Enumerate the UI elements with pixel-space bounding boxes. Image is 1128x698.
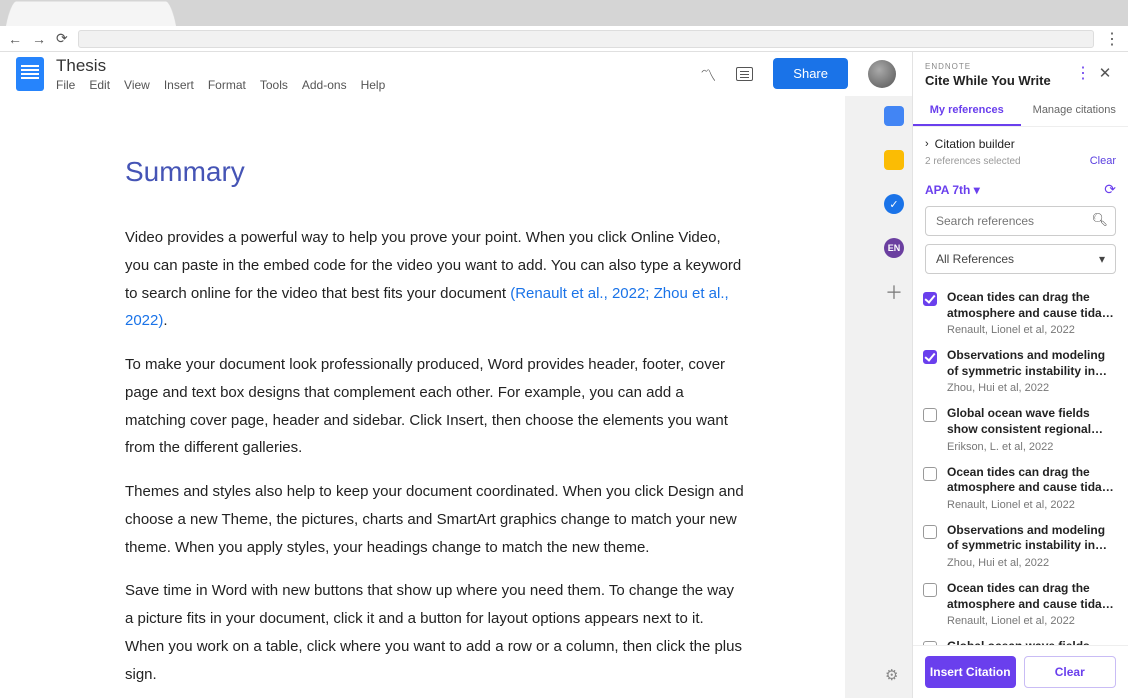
reference-title: Global ocean wave fields show consistent… bbox=[947, 406, 1116, 437]
document-canvas: Summary Video provides a powerful way to… bbox=[0, 96, 912, 698]
tab-manage-citations[interactable]: Manage citations bbox=[1021, 94, 1128, 126]
reference-checkbox[interactable] bbox=[923, 583, 937, 597]
search-references: 🔍︎ bbox=[925, 206, 1116, 236]
selected-count: 2 references selected bbox=[925, 156, 1021, 167]
citation-style-select[interactable]: APA 7th ▾ bbox=[925, 183, 980, 197]
reference-item[interactable]: Global ocean wave fields show consistent… bbox=[913, 400, 1128, 458]
forward-icon[interactable]: → bbox=[32, 31, 46, 47]
reference-title: Observations and modeling of symmetric i… bbox=[947, 348, 1116, 379]
activity-icon[interactable]: 〽 bbox=[700, 62, 716, 86]
doc-title[interactable]: Thesis bbox=[56, 56, 688, 76]
reference-item[interactable]: Ocean tides can drag the atmosphere and … bbox=[913, 284, 1128, 342]
menu-help[interactable]: Help bbox=[361, 78, 386, 92]
docs-header: Thesis File Edit View Insert Format Tool… bbox=[0, 52, 912, 96]
reference-checkbox[interactable] bbox=[923, 525, 937, 539]
reference-filter-select[interactable]: All References ▾ bbox=[925, 244, 1116, 274]
reference-meta: Zhou, Hui et al, 2022 bbox=[947, 557, 1116, 569]
reference-title: Ocean tides can drag the atmosphere and … bbox=[947, 465, 1116, 496]
chevron-right-icon: › bbox=[925, 138, 929, 150]
insert-citation-button[interactable]: Insert Citation bbox=[925, 656, 1016, 688]
browser-tabstrip bbox=[0, 0, 1128, 26]
reference-checkbox[interactable] bbox=[923, 641, 937, 645]
search-input[interactable] bbox=[925, 206, 1116, 236]
tasks-icon[interactable]: ✓ bbox=[884, 194, 904, 214]
clear-selection-link[interactable]: Clear bbox=[1090, 155, 1116, 167]
menu-tools[interactable]: Tools bbox=[260, 78, 288, 92]
chevron-down-icon: ▾ bbox=[974, 183, 980, 197]
clear-button[interactable]: Clear bbox=[1024, 656, 1117, 688]
reference-meta: Zhou, Hui et al, 2022 bbox=[947, 382, 1116, 394]
page-heading: Summary bbox=[125, 156, 745, 188]
paragraph: Save time in Word with new buttons that … bbox=[125, 577, 745, 688]
reference-item[interactable]: Observations and modeling of symmetric i… bbox=[913, 342, 1128, 400]
reference-checkbox[interactable] bbox=[923, 350, 937, 364]
citation-builder-toggle[interactable]: › Citation builder bbox=[913, 127, 1128, 155]
side-panel-rail: ✓ EN ＋ bbox=[884, 106, 904, 302]
chevron-down-icon: ▾ bbox=[1099, 252, 1105, 266]
tab-my-references[interactable]: My references bbox=[913, 94, 1021, 126]
keep-icon[interactable] bbox=[884, 150, 904, 170]
calendar-icon[interactable] bbox=[884, 106, 904, 126]
sidebar-more-icon[interactable]: ⋮ bbox=[1072, 62, 1094, 84]
reference-title: Ocean tides can drag the atmosphere and … bbox=[947, 290, 1116, 321]
browser-tab[interactable] bbox=[6, 1, 176, 26]
reference-meta: Renault, Lionel et al, 2022 bbox=[947, 615, 1116, 627]
citation-builder-label: Citation builder bbox=[935, 137, 1015, 151]
reference-title: Observations and modeling of symmetric i… bbox=[947, 523, 1116, 554]
menu-view[interactable]: View bbox=[124, 78, 150, 92]
reference-title: Ocean tides can drag the atmosphere and … bbox=[947, 581, 1116, 612]
refresh-icon[interactable]: ⟳ bbox=[1104, 181, 1116, 198]
back-icon[interactable]: ← bbox=[8, 31, 22, 47]
menu-format[interactable]: Format bbox=[208, 78, 246, 92]
reference-meta: Erikson, L. et al, 2022 bbox=[947, 441, 1116, 453]
reference-checkbox[interactable] bbox=[923, 408, 937, 422]
reference-checkbox[interactable] bbox=[923, 467, 937, 481]
document-page[interactable]: Summary Video provides a powerful way to… bbox=[0, 96, 845, 698]
reference-meta: Renault, Lionel et al, 2022 bbox=[947, 324, 1116, 336]
menu-file[interactable]: File bbox=[56, 78, 75, 92]
user-avatar[interactable] bbox=[868, 60, 896, 88]
search-icon[interactable]: 🔍︎ bbox=[1091, 212, 1108, 228]
endnote-icon[interactable]: EN bbox=[884, 238, 904, 258]
reference-item[interactable]: Observations and modeling of symmetric i… bbox=[913, 517, 1128, 575]
reference-list[interactable]: Ocean tides can drag the atmosphere and … bbox=[913, 282, 1128, 645]
browser-toolbar: ← → ⟳ ⋮ bbox=[0, 26, 1128, 52]
sidebar-close-icon[interactable]: ✕ bbox=[1094, 62, 1116, 84]
paragraph: Themes and styles also help to keep your… bbox=[125, 478, 745, 561]
url-bar[interactable] bbox=[78, 30, 1094, 48]
menu-addons[interactable]: Add-ons bbox=[302, 78, 347, 92]
share-button[interactable]: Share bbox=[773, 58, 848, 89]
endnote-sidebar: ENDNOTE Cite While You Write ⋮ ✕ My refe… bbox=[912, 52, 1128, 698]
paragraph: Video provides a powerful way to help yo… bbox=[125, 224, 745, 335]
reference-checkbox[interactable] bbox=[923, 292, 937, 306]
comments-icon[interactable] bbox=[736, 67, 753, 81]
reference-item[interactable]: Ocean tides can drag the atmosphere and … bbox=[913, 575, 1128, 633]
add-addon-icon[interactable]: ＋ bbox=[884, 282, 904, 302]
browser-chrome: ← → ⟳ ⋮ bbox=[0, 0, 1128, 52]
reference-meta: Renault, Lionel et al, 2022 bbox=[947, 499, 1116, 511]
docs-logo-icon[interactable] bbox=[16, 57, 44, 91]
paragraph: To make your document look professionall… bbox=[125, 351, 745, 462]
menu-edit[interactable]: Edit bbox=[89, 78, 110, 92]
sidebar-eyebrow: ENDNOTE bbox=[925, 62, 1072, 71]
menu-insert[interactable]: Insert bbox=[164, 78, 194, 92]
reference-item[interactable]: Global ocean wave fields show consistent… bbox=[913, 633, 1128, 645]
menu-bar: File Edit View Insert Format Tools Add-o… bbox=[56, 78, 688, 92]
reference-item[interactable]: Ocean tides can drag the atmosphere and … bbox=[913, 459, 1128, 517]
settings-gear-icon[interactable]: ⚙ bbox=[885, 666, 898, 684]
browser-menu-icon[interactable]: ⋮ bbox=[1104, 29, 1120, 49]
sidebar-title: Cite While You Write bbox=[925, 73, 1072, 88]
reload-icon[interactable]: ⟳ bbox=[56, 30, 68, 47]
